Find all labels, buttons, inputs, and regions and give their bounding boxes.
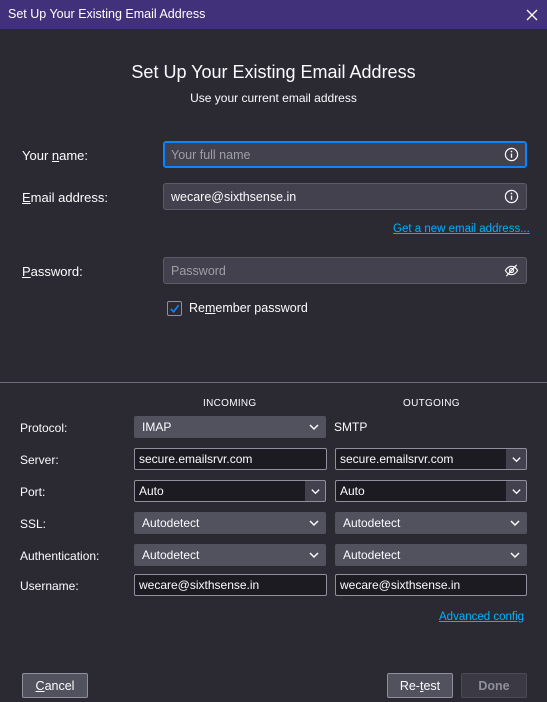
outgoing-port-dropdown[interactable] <box>506 480 527 502</box>
incoming-port-input[interactable]: Auto <box>134 480 306 502</box>
protocol-label: Protocol: <box>20 421 68 435</box>
chevron-down-icon <box>511 488 521 494</box>
remember-password-label[interactable]: Remember password <box>189 301 308 315</box>
outgoing-username-input[interactable]: wecare@sixthsense.in <box>335 574 527 596</box>
page-heading: Set Up Your Existing Email Address <box>131 62 416 82</box>
chevron-down-icon <box>309 520 319 527</box>
password-input[interactable]: Password <box>163 257 527 284</box>
chevron-down-icon <box>310 488 320 494</box>
remember-password-checkbox[interactable] <box>167 301 182 316</box>
outgoing-protocol: SMTP <box>334 420 368 434</box>
incoming-header: INCOMING <box>203 398 257 409</box>
checkmark-icon <box>170 304 180 313</box>
page-subheading: Use your current email address <box>190 91 357 105</box>
advanced-config-link[interactable]: Advanced config <box>439 611 524 623</box>
outgoing-server-input[interactable]: secure.emailsrvr.com <box>335 448 507 470</box>
incoming-username-input[interactable]: wecare@sixthsense.in <box>134 574 327 596</box>
incoming-authentication-select[interactable]: Autodetect <box>134 544 326 566</box>
email-label: Email address: <box>22 190 108 205</box>
name-label: Your name: <box>22 148 89 163</box>
chevron-down-icon <box>511 456 521 462</box>
retest-button[interactable]: Re-t est <box>387 673 453 698</box>
outgoing-authentication-select[interactable]: Autodetect <box>335 544 527 566</box>
incoming-protocol-select[interactable]: IMAP <box>134 416 326 438</box>
outgoing-port-input[interactable]: Auto <box>335 480 507 502</box>
email-input[interactable]: wecare@sixthsense.in <box>163 183 527 210</box>
port-label: Port: <box>20 485 46 499</box>
ssl-label: SSL: <box>20 517 47 531</box>
password-label: Password: <box>22 264 83 279</box>
incoming-ssl-select[interactable]: Autodetect <box>134 512 326 534</box>
eye-slash-icon[interactable] <box>504 263 519 278</box>
outgoing-ssl-select[interactable]: Autodetect <box>335 512 527 534</box>
close-button[interactable] <box>517 0 547 29</box>
chevron-down-icon <box>510 520 520 527</box>
name-placeholder: Your full name <box>171 147 251 162</box>
username-label: Username: <box>20 579 79 593</box>
info-icon[interactable] <box>504 189 519 204</box>
chevron-down-icon <box>309 424 319 431</box>
chevron-down-icon <box>309 552 319 559</box>
name-input[interactable]: Your full name <box>163 141 527 168</box>
email-value: wecare@sixthsense.in <box>171 189 297 204</box>
authentication-label: Authentication: <box>20 549 100 563</box>
incoming-port-dropdown[interactable] <box>305 480 326 502</box>
close-icon <box>526 9 538 20</box>
password-placeholder: Password <box>171 263 226 278</box>
get-new-email-link[interactable]: Get a new email address... <box>393 223 530 235</box>
outgoing-server-dropdown[interactable] <box>506 448 527 470</box>
outgoing-header: OUTGOING <box>403 398 460 409</box>
window-titlebar: Set Up Your Existing Email Address <box>0 0 547 29</box>
chevron-down-icon <box>510 552 520 559</box>
info-icon[interactable] <box>504 147 519 162</box>
window-title: Set Up Your Existing Email Address <box>8 7 206 21</box>
server-label: Server: <box>20 453 59 467</box>
cancel-button[interactable]: Cancel <box>22 673 88 698</box>
done-button[interactable]: Done <box>461 673 527 698</box>
incoming-server-input[interactable]: secure.emailsrvr.com <box>134 448 327 470</box>
